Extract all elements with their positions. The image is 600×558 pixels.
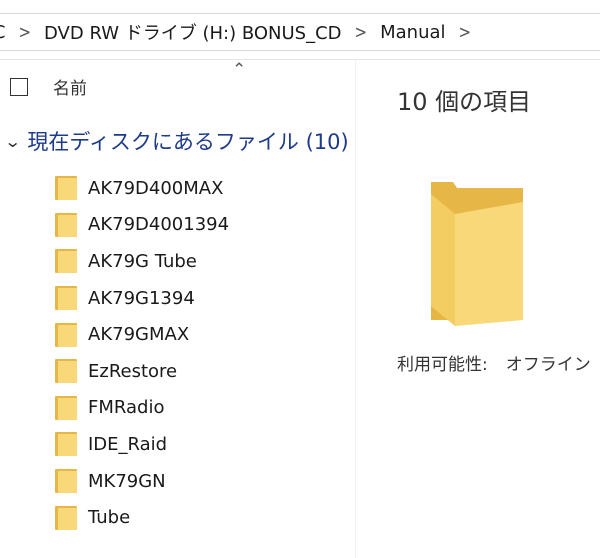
chevron-right-icon[interactable]: > [344,21,379,43]
availability: 利用可能性: オフライン [397,350,591,375]
list-item[interactable]: AK79D4001394 [55,207,229,244]
availability-label: 利用可能性: [397,355,488,375]
list-item[interactable]: FMRadio [55,390,229,427]
list-item[interactable]: IDE_Raid [55,426,229,463]
file-name: AK79G Tube [88,250,197,272]
list-item[interactable]: AK79G1394 [55,280,229,317]
folder-icon [55,249,77,274]
breadcrumb-item-pc[interactable]: PC [0,22,7,43]
item-count: 10 個の項目 [397,88,532,116]
list-item[interactable]: AK79GMAX [55,316,229,353]
file-name: FMRadio [88,397,165,419]
file-name: AK79D400MAX [88,177,224,199]
folder-icon [55,469,77,494]
availability-value: オフライン [505,355,591,375]
breadcrumb[interactable]: PC > DVD RW ドライブ (H:) BONUS_CD > Manual … [0,13,600,51]
chevron-down-icon[interactable]: ⌄ [4,132,21,151]
list-item[interactable]: Tube [55,499,229,536]
list-item[interactable]: AK79D400MAX [55,170,229,207]
file-name: EzRestore [88,360,178,382]
group-header[interactable]: ⌄ 現在ディスクにあるファイル (10) [4,126,349,156]
column-header[interactable]: 名前 [10,74,87,99]
folder-icon [55,432,77,457]
chevron-up-icon: ⌃ [232,60,247,80]
column-header-name[interactable]: 名前 [53,74,87,99]
breadcrumb-item-manual[interactable]: Manual [378,22,447,43]
list-item[interactable]: MK79GN [55,463,229,500]
folder-icon [55,176,77,201]
group-label: 現在ディスクにあるファイル (10) [27,130,349,154]
breadcrumb-item-drive[interactable]: DVD RW ドライブ (H:) BONUS_CD [42,19,344,45]
file-name: IDE_Raid [88,433,168,455]
folder-icon [55,505,77,530]
folder-icon [55,395,77,420]
folder-icon [55,322,77,347]
file-name: AK79G1394 [88,287,195,309]
list-item[interactable]: AK79G Tube [55,243,229,280]
file-name: MK79GN [88,470,166,492]
details-pane: 10 個の項目 利用可能性: オフライン [357,60,600,558]
address-bar[interactable]: PC > DVD RW ドライブ (H:) BONUS_CD > Manual … [0,0,600,60]
file-list: AK79D400MAX AK79D4001394 AK79G Tube AK79… [55,170,229,536]
file-list-pane: 名前 ⌃ ⌄ 現在ディスクにあるファイル (10) AK79D400MAX AK… [0,60,356,558]
file-name: AK79D4001394 [88,214,230,236]
chevron-right-icon[interactable]: > [7,21,42,43]
folder-icon [431,182,523,326]
chevron-right-icon[interactable]: > [448,21,483,43]
file-name: Tube [88,507,131,529]
select-all-checkbox[interactable] [10,77,28,96]
folder-icon [55,212,77,237]
folder-icon [55,359,77,384]
file-name: AK79GMAX [88,324,190,346]
list-item[interactable]: EzRestore [55,353,229,390]
folder-icon [55,286,77,311]
